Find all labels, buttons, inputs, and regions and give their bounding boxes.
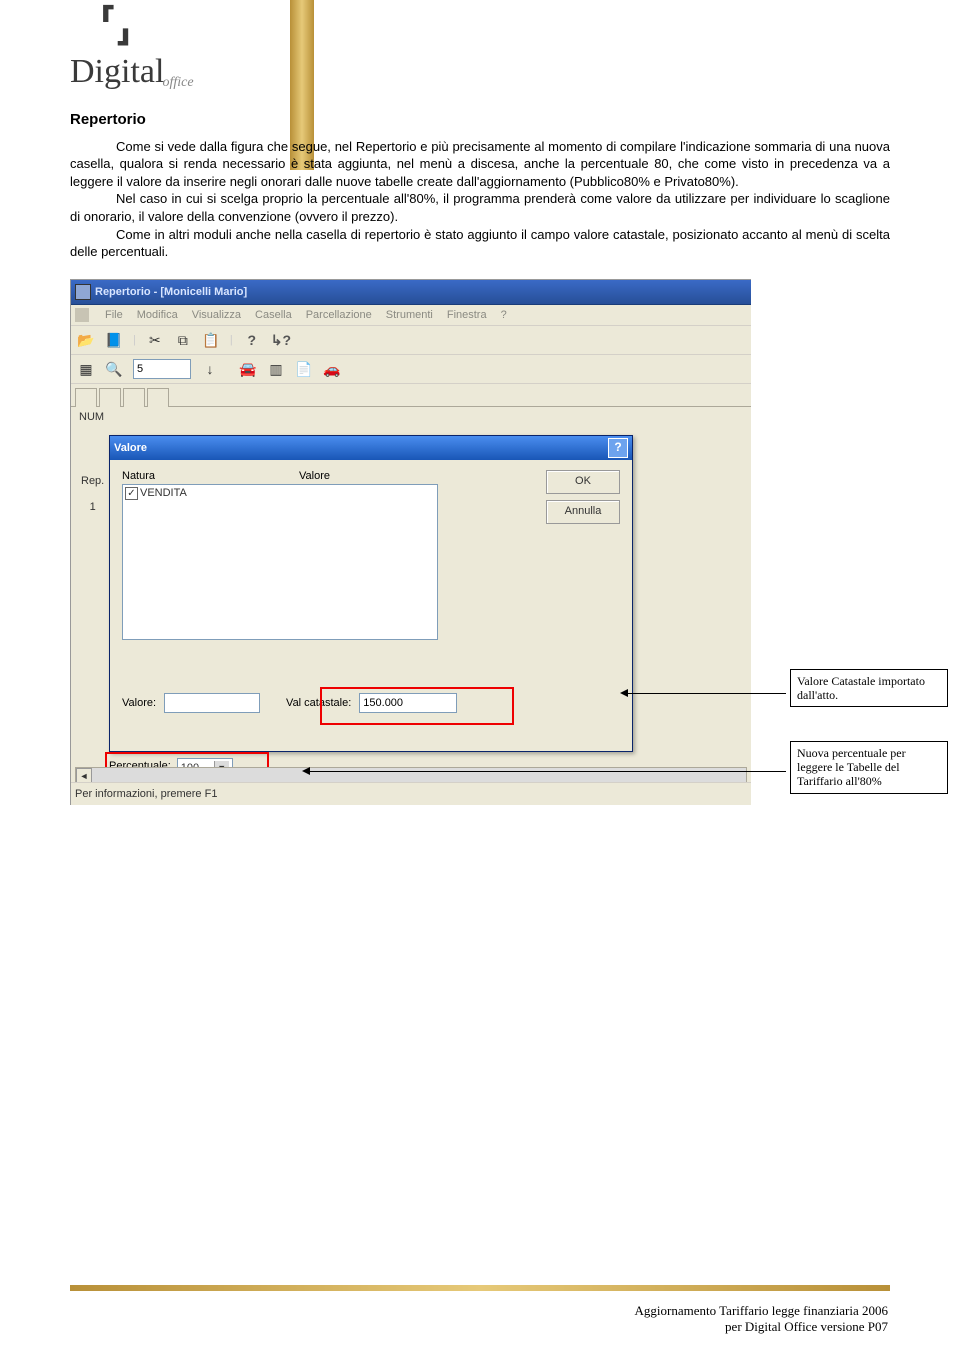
window-icon[interactable]: ▥ (267, 360, 285, 378)
app-title: Repertorio - [Monicelli Mario] (95, 286, 247, 298)
app-titlebar: Repertorio - [Monicelli Mario] (71, 280, 751, 305)
footer: Aggiornamento Tariffario legge finanziar… (635, 1303, 888, 1335)
dialog-titlebar: Valore ? (110, 436, 632, 460)
menu-strumenti[interactable]: Strumenti (386, 309, 433, 321)
tab-1[interactable] (75, 388, 97, 407)
natura-item-vendita[interactable]: ✓ VENDITA (125, 487, 435, 500)
rep-value: 1 (81, 501, 104, 513)
footer-line-1: Aggiornamento Tariffario legge finanziar… (635, 1303, 888, 1319)
paragraph-3: Come in altri moduli anche nella casella… (70, 226, 890, 261)
dialog-help-icon[interactable]: ? (608, 438, 628, 458)
car-blue-icon[interactable]: 🚘 (239, 360, 257, 378)
menu-file[interactable]: File (105, 309, 123, 321)
checkbox-icon[interactable]: ✓ (125, 487, 138, 500)
book-icon[interactable]: 📘 (105, 331, 123, 349)
doc-icon[interactable]: 📄 (295, 360, 313, 378)
callout-catastale: Valore Catastale importato dall'atto. (790, 669, 948, 708)
goto-input[interactable] (133, 359, 191, 379)
footer-gold-bar (70, 1285, 890, 1291)
grid-header: NUM (71, 407, 751, 427)
toolbar-1: 📂 📘 | ✂ ⧉ 📋 | ? ↳? (71, 326, 751, 355)
whats-this-icon[interactable]: ↳? (271, 331, 289, 349)
tab-strip (71, 384, 751, 407)
toolbar-2: ▦ 🔍 ↓ 🚘 ▥ 📄 🚗 (71, 355, 751, 384)
dialog-title-text: Valore (114, 442, 147, 454)
natura-list[interactable]: ✓ VENDITA (122, 484, 438, 640)
logo-text: Digital (70, 53, 164, 90)
menu-visualizza[interactable]: Visualizza (192, 309, 241, 321)
table-icon[interactable]: ▦ (77, 360, 95, 378)
paragraph-1: Come si vede dalla figura che segue, nel… (70, 138, 890, 191)
valore-label: Valore: (122, 697, 156, 709)
tab-4[interactable] (147, 388, 169, 407)
valore-header-label: Valore (299, 470, 330, 482)
status-text: Per informazioni, premere F1 (75, 788, 217, 800)
logo-subtext: office (162, 75, 193, 90)
tab-3[interactable] (123, 388, 145, 407)
menu-help[interactable]: ? (501, 309, 507, 321)
row-labels: Rep. 1 (81, 475, 104, 513)
logo: ⸢⸥ Digitaloffice (70, 10, 890, 91)
status-bar: Per informazioni, premere F1 (71, 782, 751, 805)
paragraph-2: Nel caso in cui si scelga proprio la per… (70, 190, 890, 225)
menu-parcellazione[interactable]: Parcellazione (306, 309, 372, 321)
val-catastale-label: Val catastale: (286, 697, 351, 709)
tab-2[interactable] (99, 388, 121, 407)
cut-icon[interactable]: ✂ (146, 331, 164, 349)
menu-modifica[interactable]: Modifica (137, 309, 178, 321)
footer-line-2: per Digital Office versione P07 (635, 1319, 888, 1335)
car-red-icon[interactable]: 🚗 (323, 360, 341, 378)
open-icon[interactable]: 📂 (77, 331, 95, 349)
section-heading: Repertorio (70, 111, 890, 128)
app-screenshot: Repertorio - [Monicelli Mario] File Modi… (70, 279, 751, 805)
search-icon[interactable]: 🔍 (105, 360, 123, 378)
down-icon[interactable]: ↓ (201, 360, 219, 378)
col-num: NUM (79, 411, 131, 423)
menu-casella[interactable]: Casella (255, 309, 292, 321)
app-icon (75, 284, 91, 300)
menu-icon (75, 308, 89, 322)
natura-item-label: VENDITA (140, 487, 187, 499)
val-catastale-input[interactable] (359, 693, 457, 713)
help-icon[interactable]: ? (243, 331, 261, 349)
arrow-percentuale (308, 771, 786, 772)
natura-label: Natura (122, 470, 155, 482)
annulla-button[interactable]: Annulla (546, 500, 620, 524)
body-text: Come si vede dalla figura che segue, nel… (70, 138, 890, 261)
menu-finestra[interactable]: Finestra (447, 309, 487, 321)
ok-button[interactable]: OK (546, 470, 620, 494)
valore-input[interactable] (164, 693, 260, 713)
copy-icon[interactable]: ⧉ (174, 331, 192, 349)
arrow-catastale (626, 693, 786, 694)
menubar[interactable]: File Modifica Visualizza Casella Parcell… (71, 305, 751, 326)
paste-icon[interactable]: 📋 (202, 331, 220, 349)
rep-label: Rep. (81, 475, 104, 487)
callout-percentuale: Nuova percentuale per leggere le Tabelle… (790, 741, 948, 794)
valore-dialog: Valore ? Natura Valore ✓ VENDITA (109, 435, 633, 752)
